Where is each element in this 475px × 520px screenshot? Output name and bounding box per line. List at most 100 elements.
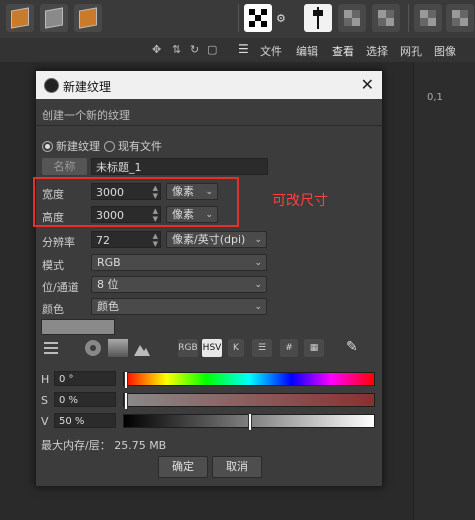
menu-image[interactable]: 图像 [434, 43, 456, 59]
value-slider[interactable] [123, 413, 375, 431]
value-value: 50 % [59, 416, 85, 427]
hue-field[interactable]: 0 ° [54, 371, 116, 386]
resolution-unit-value: 像素/英寸(dpi) [172, 233, 246, 246]
grid-icon: ▦ [309, 343, 319, 353]
menu-edit[interactable]: 编辑 [296, 43, 318, 59]
radio-new-label: 新建纹理 [56, 140, 100, 153]
image-picker-button[interactable] [133, 339, 151, 357]
cube-edit-icon [79, 7, 97, 29]
checker-button[interactable] [244, 4, 272, 32]
render-region-button[interactable] [338, 4, 366, 32]
tab-hsv[interactable]: HSV [202, 339, 222, 357]
value-label: V [41, 415, 49, 428]
object-tool-button[interactable] [40, 4, 68, 32]
color-wheel-button[interactable] [84, 339, 102, 357]
hue-slider[interactable] [123, 371, 375, 389]
sliders-icon [44, 342, 58, 354]
toolbar-divider [408, 4, 409, 32]
chevron-down-icon: ⌄ [254, 235, 262, 245]
saturation-slider[interactable] [123, 392, 375, 410]
eyedropper-icon[interactable]: ✎ [346, 339, 364, 357]
radio-existing-file[interactable]: 现有文件 [104, 138, 162, 154]
close-icon[interactable]: ✕ [361, 75, 374, 94]
stepper-icon[interactable]: ▲ ▼ [153, 232, 158, 248]
name-button[interactable]: 名称 [42, 158, 87, 175]
name-field[interactable]: 未标题_1 [91, 158, 268, 175]
tab-kelvin[interactable]: K [228, 339, 244, 357]
toolbar-divider [238, 4, 239, 32]
resolution-unit-dropdown[interactable]: 像素/英寸(dpi) ⌄ [166, 231, 267, 248]
color-label: 颜色 [42, 303, 64, 316]
menu-file[interactable]: 文件 [260, 43, 282, 59]
checker-icon [344, 10, 360, 26]
ok-button[interactable]: 确定 [158, 456, 208, 478]
radio-dot [42, 140, 53, 152]
swatch-list-button[interactable]: ☰ [252, 339, 272, 357]
new-texture-dialog: 新建纹理 ✕ 创建一个新的纹理 新建纹理 现有文件 名称 未标题_1 宽度 30… [35, 70, 383, 487]
object-edit-button[interactable] [74, 4, 102, 32]
depth-label: 位/通道 [42, 281, 79, 294]
hue-value: 0 ° [59, 374, 74, 385]
resolution-field[interactable]: 72 ▲ ▼ [91, 231, 161, 248]
rotate-icon[interactable]: ↻ [190, 43, 199, 56]
color-wheel-icon [85, 340, 101, 356]
cube-tool-button[interactable] [6, 4, 34, 32]
mountain-icon [134, 345, 150, 356]
slider-handle[interactable] [124, 371, 128, 389]
cancel-button[interactable]: 取消 [212, 456, 262, 478]
color-dropdown[interactable]: 颜色 ⌄ [91, 298, 267, 315]
mode-value: RGB [97, 256, 121, 269]
list-icon: ☰ [257, 343, 267, 353]
value-field[interactable]: 50 % [54, 413, 116, 428]
move-icon[interactable]: ✥ [152, 43, 161, 56]
spectrum-button[interactable] [108, 339, 128, 357]
annotation-text: 可改尺寸 [272, 193, 328, 209]
texture-settings-button[interactable] [446, 4, 474, 32]
radio-existing-label: 现有文件 [118, 140, 162, 153]
chevron-down-icon: ⌄ [254, 258, 262, 268]
render-button[interactable] [304, 4, 332, 32]
top-toolbar: ⚙ [0, 0, 475, 38]
viewport-panel [413, 62, 475, 520]
chevron-down-icon: ⌄ [254, 280, 262, 290]
depth-dropdown[interactable]: 8 位 ⌄ [91, 276, 267, 293]
checker-icon [249, 9, 267, 27]
color-value: 颜色 [97, 300, 119, 313]
pan-icon[interactable]: ⇅ [172, 43, 181, 56]
maximize-icon[interactable]: ▢ [207, 43, 217, 56]
hamburger-menu-icon[interactable]: ☰ [238, 42, 249, 56]
tab-rgb[interactable]: RGB [178, 339, 198, 357]
swatch-grid-button[interactable]: ▦ [304, 339, 324, 357]
dialog-title: 新建纹理 [63, 80, 112, 94]
render-icon [313, 7, 323, 29]
gear-icon[interactable]: ⚙ [276, 12, 286, 25]
cube-icon [45, 7, 63, 29]
menu-select[interactable]: 选择 [366, 43, 388, 59]
checker-icon [378, 10, 394, 26]
menu-view[interactable]: 查看 [332, 43, 354, 59]
hex-button[interactable]: # [280, 339, 298, 357]
resolution-label: 分辨率 [42, 236, 75, 249]
max-memory-text: 最大内存/层： 25.75 MB [41, 439, 167, 452]
texture-button[interactable] [414, 4, 442, 32]
viewport-coord: 0,1 [427, 92, 443, 103]
dialog-subtitle: 创建一个新的纹理 [42, 109, 130, 122]
saturation-value: 0 % [59, 395, 79, 406]
resolution-value: 72 [96, 234, 110, 247]
dialog-titlebar[interactable]: 新建纹理 ✕ [36, 71, 382, 99]
color-swatch[interactable] [41, 319, 115, 335]
menu-mesh[interactable]: 网孔 [400, 43, 422, 59]
mode-dropdown[interactable]: RGB ⌄ [91, 254, 267, 271]
checker-icon [452, 10, 468, 26]
saturation-field[interactable]: 0 % [54, 392, 116, 407]
radio-new-texture[interactable]: 新建纹理 [42, 138, 100, 154]
menu-bar: ✥ ⇅ ↻ ▢ ☰ 文件 编辑 查看 选择 网孔 图像 [0, 38, 475, 62]
render-settings-button[interactable] [372, 4, 400, 32]
saturation-label: S [41, 394, 48, 407]
radio-dot [104, 140, 115, 152]
slider-handle[interactable] [248, 413, 252, 431]
divider [36, 125, 382, 126]
color-wheel-mode-button[interactable] [42, 339, 60, 357]
slider-handle[interactable] [124, 392, 128, 410]
app-logo-icon [44, 78, 59, 93]
